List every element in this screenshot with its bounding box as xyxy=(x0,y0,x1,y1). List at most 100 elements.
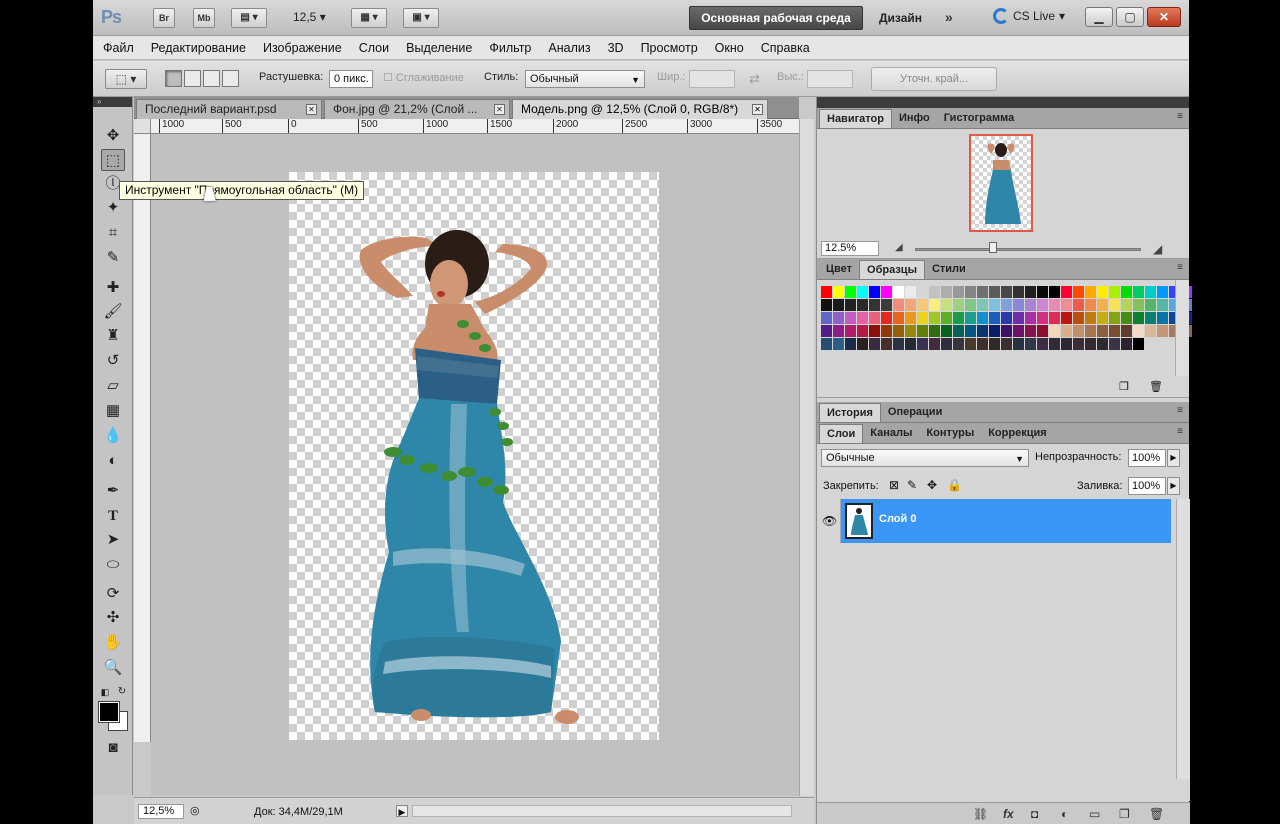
tab-info[interactable]: Инфо xyxy=(892,109,937,128)
color-swatch[interactable] xyxy=(1001,299,1012,311)
color-swatch[interactable] xyxy=(1037,325,1048,337)
intersect-selection-icon[interactable] xyxy=(222,70,239,87)
new-swatch-icon[interactable]: ❐ xyxy=(1119,380,1129,393)
menu-layer[interactable]: Слои xyxy=(359,41,389,55)
workspace-essentials-button[interactable]: Основная рабочая среда xyxy=(689,6,863,30)
menu-file[interactable]: Файл xyxy=(103,41,134,55)
vertical-scrollbar[interactable] xyxy=(799,119,814,796)
pen-tool-icon[interactable]: ✒ xyxy=(101,480,125,502)
eye-icon[interactable]: 👁 xyxy=(822,514,837,528)
color-swatch[interactable] xyxy=(893,338,904,350)
color-swatch[interactable] xyxy=(1061,338,1072,350)
navigator-zoom-slider-handle[interactable] xyxy=(989,242,997,253)
color-swatch[interactable] xyxy=(845,312,856,324)
zoom-tool-icon[interactable]: 🔍 xyxy=(101,657,125,679)
color-swatch[interactable] xyxy=(1061,312,1072,324)
color-swatch[interactable] xyxy=(869,312,880,324)
close-button[interactable]: ✕ xyxy=(1147,7,1181,27)
color-swatch[interactable] xyxy=(1073,312,1084,324)
color-swatch[interactable] xyxy=(989,325,1000,337)
navigator-zoom-field[interactable]: 12.5% xyxy=(821,241,879,256)
add-to-selection-icon[interactable] xyxy=(184,70,201,87)
lock-all-icon[interactable]: 🔒 xyxy=(947,478,962,492)
panel-menu-icon[interactable]: ≡ xyxy=(1177,426,1183,437)
menu-edit[interactable]: Редактирование xyxy=(151,41,246,55)
color-swatch[interactable] xyxy=(869,325,880,337)
color-swatch[interactable] xyxy=(989,312,1000,324)
panel-dock-grip[interactable] xyxy=(817,97,1189,108)
tab-color[interactable]: Цвет xyxy=(819,260,859,279)
fill-slider-toggle[interactable]: ▶ xyxy=(1167,477,1180,495)
color-swatch[interactable] xyxy=(941,299,952,311)
color-swatch[interactable] xyxy=(1097,325,1108,337)
color-swatch[interactable] xyxy=(1097,338,1108,350)
color-swatch[interactable] xyxy=(1097,299,1108,311)
color-swatch[interactable] xyxy=(929,312,940,324)
color-swatch[interactable] xyxy=(1001,286,1012,298)
color-swatch[interactable] xyxy=(1061,299,1072,311)
gradient-tool-icon[interactable]: ▦ xyxy=(101,400,125,422)
color-swatch[interactable] xyxy=(953,286,964,298)
color-swatch[interactable] xyxy=(821,312,832,324)
panel-menu-icon[interactable]: ≡ xyxy=(1177,405,1183,416)
color-swatch[interactable] xyxy=(845,299,856,311)
quick-mask-icon[interactable]: ◙ xyxy=(101,737,125,759)
color-swatch[interactable] xyxy=(977,286,988,298)
toolbox-grip[interactable]: » xyxy=(93,97,132,107)
vertical-ruler[interactable] xyxy=(134,134,151,742)
menu-select[interactable]: Выделение xyxy=(406,41,472,55)
color-swatch[interactable] xyxy=(845,338,856,350)
color-swatch[interactable] xyxy=(917,286,928,298)
opacity-input[interactable]: 100% xyxy=(1128,449,1166,467)
color-swatch[interactable] xyxy=(1025,299,1036,311)
minimize-button[interactable]: ▁ xyxy=(1085,7,1113,27)
rectangular-marquee-tool-icon[interactable]: ⬚ xyxy=(101,149,125,171)
color-swatch[interactable] xyxy=(1145,286,1156,298)
menu-filter[interactable]: Фильтр xyxy=(489,41,531,55)
navigator-zoom-slider[interactable] xyxy=(915,248,1141,251)
color-swatch[interactable] xyxy=(1025,286,1036,298)
tab-actions[interactable]: Операции xyxy=(881,403,949,422)
menu-analysis[interactable]: Анализ xyxy=(548,41,590,55)
color-swatch[interactable] xyxy=(821,286,832,298)
color-swatch[interactable] xyxy=(1145,299,1156,311)
delete-swatch-icon[interactable]: 🗑 xyxy=(1149,380,1163,393)
color-swatch[interactable] xyxy=(1073,299,1084,311)
color-swatch[interactable] xyxy=(869,338,880,350)
arrange-documents-dropdown[interactable]: ▦ ▾ xyxy=(351,8,387,28)
color-swatch[interactable] xyxy=(1085,312,1096,324)
new-selection-icon[interactable] xyxy=(165,70,182,87)
color-swatch[interactable] xyxy=(1049,286,1060,298)
color-swatch[interactable] xyxy=(869,299,880,311)
color-swatch[interactable] xyxy=(917,312,928,324)
color-swatch[interactable] xyxy=(989,338,1000,350)
color-swatch[interactable] xyxy=(989,286,1000,298)
color-swatch[interactable] xyxy=(965,312,976,324)
brush-tool-icon[interactable]: 🖌 xyxy=(101,301,125,323)
tab-model[interactable]: Модель.png @ 12,5% (Слой 0, RGB/8*) ✕ xyxy=(512,99,768,119)
color-swatch[interactable] xyxy=(1049,338,1060,350)
color-swatch[interactable] xyxy=(881,299,892,311)
color-swatch[interactable] xyxy=(833,299,844,311)
layer-style-icon[interactable]: fx xyxy=(1003,807,1014,821)
color-swatch[interactable] xyxy=(1049,299,1060,311)
color-swatch[interactable] xyxy=(893,312,904,324)
menu-help[interactable]: Справка xyxy=(761,41,810,55)
history-brush-tool-icon[interactable]: ↺ xyxy=(101,350,125,372)
menu-3d[interactable]: 3D xyxy=(608,41,624,55)
hand-tool-icon[interactable]: ✋ xyxy=(101,632,125,654)
color-swatch[interactable] xyxy=(1157,325,1168,337)
color-swatch[interactable] xyxy=(1097,312,1108,324)
refine-edge-button[interactable]: Уточн. край... xyxy=(871,67,997,91)
color-swatch[interactable] xyxy=(833,312,844,324)
eyedropper-tool-icon[interactable]: ✎ xyxy=(101,247,125,269)
color-swatch[interactable] xyxy=(1121,312,1132,324)
3d-orbit-tool-icon[interactable]: ✣ xyxy=(101,607,125,629)
close-tab-icon[interactable]: ✕ xyxy=(306,104,317,115)
color-swatch[interactable] xyxy=(1013,325,1024,337)
color-swatch[interactable] xyxy=(857,299,868,311)
color-swatch[interactable] xyxy=(833,286,844,298)
color-swatch[interactable] xyxy=(1013,338,1024,350)
color-swatch[interactable] xyxy=(833,325,844,337)
new-layer-icon[interactable]: ❐ xyxy=(1119,807,1130,821)
